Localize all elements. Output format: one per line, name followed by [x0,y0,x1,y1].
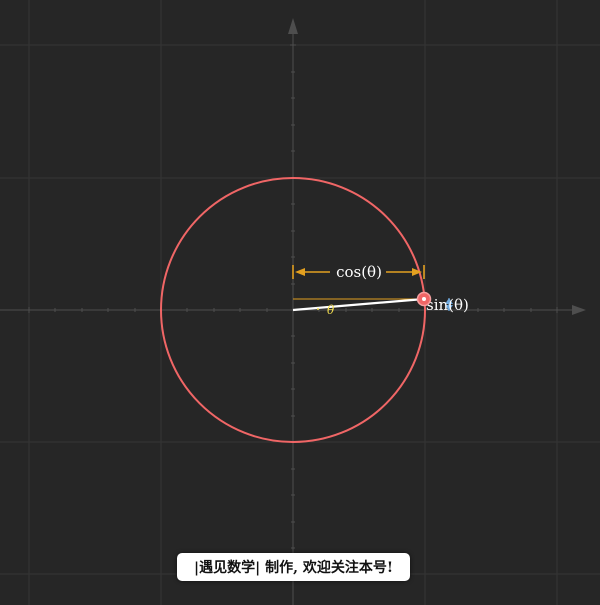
theta-label: θ [327,303,335,317]
circle-point-center [422,297,426,301]
cos-label: cos(θ) [336,263,382,281]
axes [0,32,578,605]
y-axis-arrow-icon [288,18,298,34]
x-axis-arrow-icon [572,305,586,315]
watermark-caption: |遇见数学| 制作, 欢迎关注本号! [177,553,410,581]
diagram-canvas: cos(θ) θ sin(θ) [0,0,600,605]
grid [0,0,600,605]
unit-circle-diagram: cos(θ) θ sin(θ) |遇见数学| 制作, 欢迎关注本号! [0,0,600,605]
radius-line [292,297,425,312]
sin-label: sin(θ) [426,296,469,314]
